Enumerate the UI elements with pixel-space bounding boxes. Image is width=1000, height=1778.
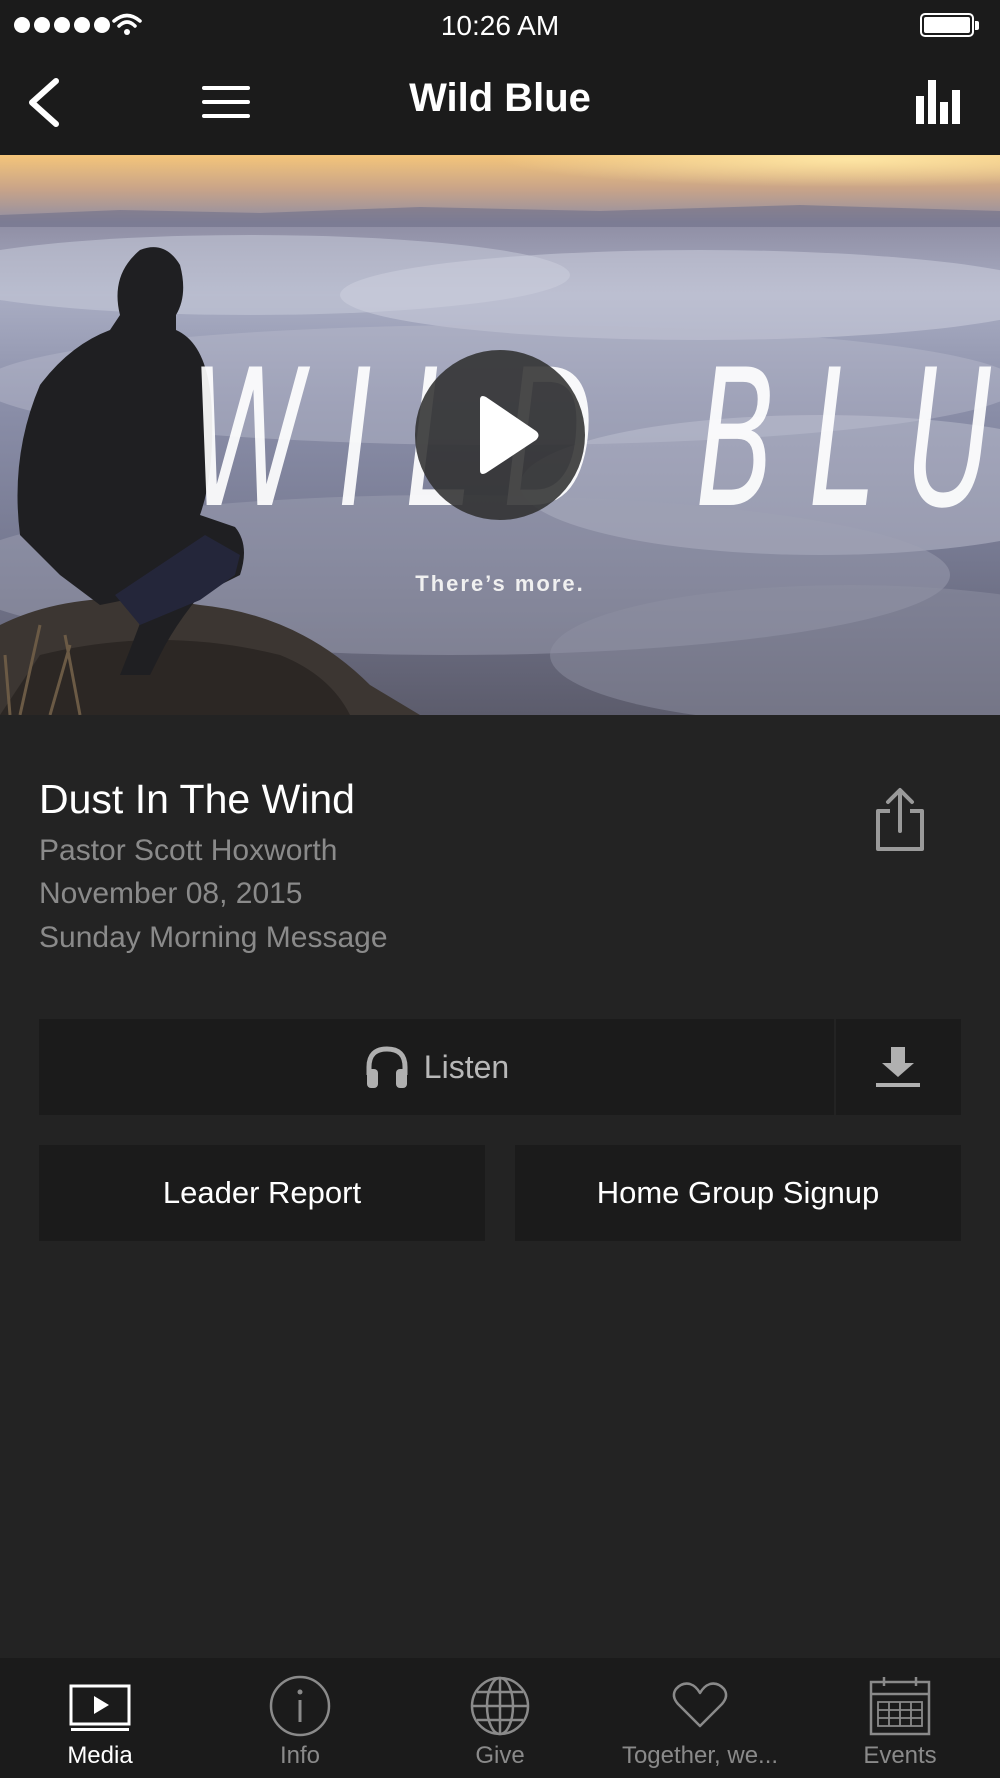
listen-label: Listen [423, 1048, 510, 1085]
tab-label: Together, we... [621, 1742, 779, 1769]
nav-bar: Wild Blue [0, 50, 1000, 155]
sermon-date: November 08, 2015 [39, 877, 303, 910]
listen-button[interactable]: Listen [39, 1019, 834, 1115]
hero-tagline: There’s more. [415, 571, 585, 596]
status-bar: 10:26 AM [0, 0, 1000, 50]
tab-label: Give [475, 1742, 525, 1769]
bar-chart-icon[interactable] [914, 78, 962, 124]
heart-icon [672, 1682, 728, 1728]
home-group-signup-button[interactable]: Home Group Signup [515, 1145, 961, 1241]
tv-play-icon [69, 1684, 131, 1731]
tab-bar: Media Info Give Together, we... Events [0, 1658, 1000, 1778]
sermon-speaker: Pastor Scott Hoxworth [39, 834, 338, 867]
share-icon[interactable] [872, 787, 928, 853]
download-icon [876, 1047, 920, 1087]
tab-label: Media [67, 1742, 133, 1769]
chevron-left-icon[interactable] [24, 75, 64, 130]
headphones-icon [366, 1046, 408, 1088]
calendar-icon [869, 1677, 931, 1736]
page-title: Wild Blue [409, 76, 591, 120]
play-icon [480, 396, 539, 474]
sermon-series: Sunday Morning Message [39, 921, 388, 954]
status-time: 10:26 AM [440, 10, 560, 41]
hero-artwork: WILD BLUE There’s more. [0, 155, 1000, 715]
tab-label: Info [279, 1742, 321, 1769]
tab-media[interactable]: Media [0, 1658, 200, 1778]
leader-report-button[interactable]: Leader Report [39, 1145, 485, 1241]
tab-events[interactable]: Events [800, 1658, 1000, 1778]
play-button[interactable] [415, 350, 585, 520]
battery-icon [920, 13, 979, 37]
tab-label: Events [863, 1742, 937, 1769]
sermon-title: Dust In The Wind [39, 776, 355, 822]
tab-together[interactable]: Together, we... [600, 1658, 800, 1778]
globe-icon [470, 1676, 530, 1736]
tab-info[interactable]: Info [200, 1658, 400, 1778]
download-button[interactable] [836, 1019, 961, 1115]
tab-give[interactable]: Give [400, 1658, 600, 1778]
hamburger-menu-icon[interactable] [198, 80, 254, 124]
info-icon [269, 1675, 331, 1737]
